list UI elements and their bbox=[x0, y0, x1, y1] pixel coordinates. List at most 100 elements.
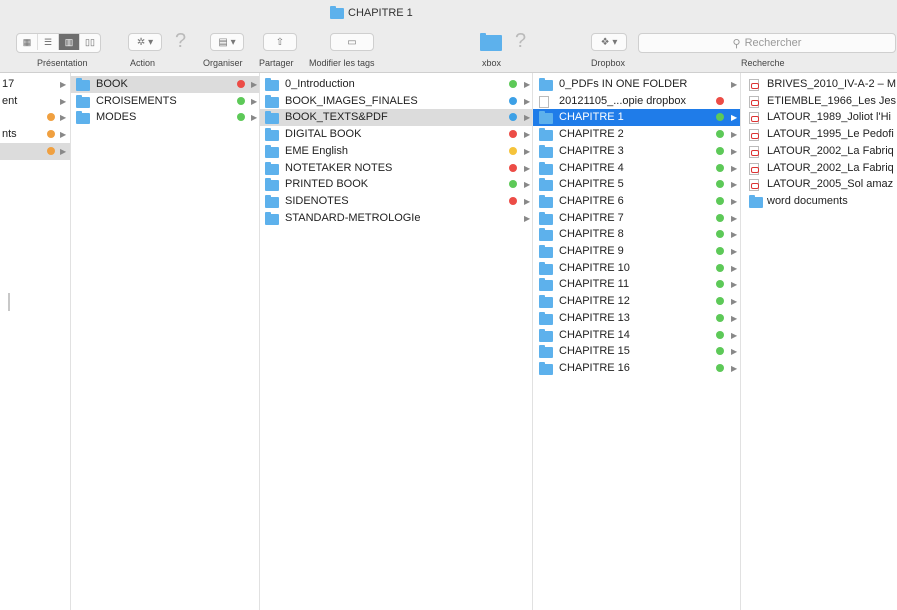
browser-column-3[interactable]: 0_PDFs IN ONE FOLDER ▶ 20121105_...opie dr… bbox=[533, 73, 741, 610]
list-item[interactable]: CHAPITRE 15 ▶ bbox=[533, 343, 740, 360]
list-item[interactable]: ent ▶ bbox=[0, 93, 70, 110]
list-item[interactable]: CHAPITRE 9 ▶ bbox=[533, 243, 740, 260]
chevron-right-icon: ▶ bbox=[731, 146, 738, 156]
list-item[interactable]: CHAPITRE 10 ▶ bbox=[533, 260, 740, 277]
list-item[interactable]: CHAPITRE 16 ▶ bbox=[533, 360, 740, 377]
list-item[interactable]: BOOK_IMAGES_FINALES ▶ bbox=[260, 93, 532, 110]
list-item[interactable]: CHAPITRE 7 ▶ bbox=[533, 210, 740, 227]
chevron-right-icon: ▶ bbox=[60, 80, 67, 89]
title-bar: CHAPITRE 1 bbox=[0, 0, 897, 28]
list-item[interactable]: CHAPITRE 6 ▶ bbox=[533, 193, 740, 210]
chevron-right-icon: ▶ bbox=[524, 196, 531, 206]
action-label: Action bbox=[130, 58, 156, 68]
item-label: CHAPITRE 14 bbox=[559, 328, 630, 341]
browser-column-4[interactable]: BRIVES_2010_IV-A-2 – M ETIEMBLE_1966_Les … bbox=[741, 73, 897, 610]
tag-dot bbox=[716, 330, 724, 339]
list-item[interactable]: 17 ▶ bbox=[0, 76, 70, 93]
chevron-right-icon: ▶ bbox=[524, 146, 531, 156]
list-item[interactable]: DIGITAL BOOK ▶ bbox=[260, 126, 532, 143]
column-view-icon[interactable]: ▥ bbox=[59, 34, 80, 50]
unknown-item-icon[interactable]: ? bbox=[515, 30, 526, 53]
list-item[interactable]: LATOUR_2005_Sol amaz bbox=[741, 176, 897, 193]
list-item[interactable]: EME English ▶ bbox=[260, 143, 532, 160]
scroll-indicator[interactable] bbox=[8, 293, 10, 311]
search-input[interactable]: ⚲ Rechercher bbox=[638, 33, 896, 53]
list-item[interactable]: SIDENOTES ▶ bbox=[260, 193, 532, 210]
list-item[interactable]: CHAPITRE 11 ▶ bbox=[533, 276, 740, 293]
item-label: BOOK_TEXTS&PDF bbox=[285, 111, 388, 124]
presentation-label: Présentation bbox=[37, 58, 88, 68]
list-item[interactable]: BOOK_TEXTS&PDF ▶ bbox=[260, 109, 532, 127]
list-item[interactable]: CHAPITRE 4 ▶ bbox=[533, 160, 740, 177]
list-item[interactable]: BRIVES_2010_IV-A-2 – M bbox=[741, 76, 897, 93]
item-label: SIDENOTES bbox=[285, 194, 349, 207]
item-label: LATOUR_2002_La Fabriq bbox=[767, 144, 894, 157]
chevron-right-icon: ▶ bbox=[731, 263, 738, 273]
list-item[interactable]: LATOUR_2002_La Fabriq bbox=[741, 143, 897, 160]
list-item[interactable]: word documents bbox=[741, 193, 897, 210]
item-label: STANDARD-METROLOGIe bbox=[285, 211, 421, 224]
chevron-right-icon: ▶ bbox=[731, 280, 738, 290]
tag-dot bbox=[237, 80, 245, 88]
tag-dot bbox=[47, 130, 55, 139]
action-button[interactable]: ✲ ▾ bbox=[128, 33, 162, 51]
browser-column-0[interactable]: 17 ▶ ent ▶ ▶ nts ▶ ▶ bbox=[0, 73, 71, 610]
coverflow-view-icon[interactable]: ▯▯ bbox=[80, 34, 100, 50]
icon-view-icon[interactable]: ▦ bbox=[17, 34, 38, 50]
list-item[interactable]: STANDARD-METROLOGIe ▶ bbox=[260, 210, 532, 227]
tag-dot bbox=[509, 113, 517, 122]
unknown-item-icon[interactable]: ? bbox=[175, 30, 186, 53]
item-label: EME English bbox=[285, 144, 348, 157]
list-item[interactable]: CHAPITRE 12 ▶ bbox=[533, 293, 740, 310]
tag-dot bbox=[716, 113, 724, 122]
tag-dot bbox=[47, 113, 55, 122]
list-item[interactable]: CHAPITRE 3 ▶ bbox=[533, 143, 740, 160]
item-label: CHAPITRE 3 bbox=[559, 144, 624, 157]
list-item[interactable]: CHAPITRE 5 ▶ bbox=[533, 176, 740, 193]
list-item[interactable]: MODES ▶ bbox=[71, 109, 259, 126]
list-item[interactable]: LATOUR_1989_Joliot l'Hi bbox=[741, 109, 897, 126]
dropbox-button[interactable]: ❖ ▾ bbox=[591, 33, 627, 51]
item-label: ETIEMBLE_1966_Les Jes bbox=[767, 94, 897, 107]
list-item[interactable]: ETIEMBLE_1966_Les Jes bbox=[741, 93, 897, 110]
item-label: CHAPITRE 11 bbox=[559, 278, 630, 291]
list-item[interactable]: PRINTED BOOK ▶ bbox=[260, 176, 532, 193]
list-item[interactable]: LATOUR_1995_Le Pedofi bbox=[741, 126, 897, 143]
view-mode-segmented[interactable]: ▦ ☰ ▥ ▯▯ bbox=[16, 33, 101, 53]
list-item[interactable]: 0_PDFs IN ONE FOLDER ▶ bbox=[533, 76, 740, 93]
item-label: CHAPITRE 6 bbox=[559, 194, 624, 207]
list-item[interactable]: ▶ bbox=[0, 109, 70, 126]
list-view-icon[interactable]: ☰ bbox=[38, 34, 59, 50]
browser-column-1[interactable]: BOOK ▶ CROISEMENTS ▶ MODES ▶ bbox=[71, 73, 260, 610]
browser-column-2[interactable]: 0_Introduction ▶ BOOK_IMAGES_FINALES ▶ BOOK_… bbox=[260, 73, 533, 610]
list-item[interactable]: CROISEMENTS ▶ bbox=[71, 93, 259, 110]
chevron-right-icon: ▶ bbox=[60, 96, 67, 106]
edit-tags-button[interactable]: ▭ bbox=[330, 33, 374, 51]
list-item[interactable]: 20121105_...opie dropbox bbox=[533, 93, 740, 110]
list-item[interactable]: 0_Introduction ▶ bbox=[260, 76, 532, 93]
list-item[interactable]: CHAPITRE 2 ▶ bbox=[533, 126, 740, 143]
list-item[interactable]: ▶ bbox=[0, 142, 70, 160]
list-item[interactable]: CHAPITRE 14 ▶ bbox=[533, 327, 740, 344]
chevron-right-icon: ▶ bbox=[731, 80, 738, 89]
item-label: 17 bbox=[2, 78, 15, 90]
share-button[interactable]: ⇧ bbox=[263, 33, 297, 51]
item-label: 0_Introduction bbox=[285, 78, 355, 90]
tag-dot bbox=[237, 113, 245, 122]
tag-dot bbox=[716, 146, 724, 155]
search-placeholder: Rechercher bbox=[744, 37, 802, 49]
list-item[interactable]: CHAPITRE 13 ▶ bbox=[533, 310, 740, 327]
list-item[interactable]: LATOUR_2002_La Fabriq bbox=[741, 160, 897, 177]
chevron-right-icon: ▶ bbox=[731, 130, 738, 140]
list-item[interactable]: CHAPITRE 1 ▶ bbox=[533, 109, 740, 127]
chevron-right-icon: ▶ bbox=[251, 80, 258, 89]
organiser-button[interactable]: ▤ ▾ bbox=[210, 33, 244, 51]
list-item[interactable]: BOOK ▶ bbox=[71, 76, 259, 93]
list-item[interactable]: CHAPITRE 8 ▶ bbox=[533, 226, 740, 243]
toolbar: ▦ ☰ ▥ ▯▯ Présentation ✲ ▾ Action ? ▤ ▾ O… bbox=[0, 28, 897, 73]
list-item[interactable]: nts ▶ bbox=[0, 126, 70, 143]
chevron-right-icon: ▶ bbox=[60, 113, 67, 123]
xbox-folder-button[interactable] bbox=[480, 33, 506, 56]
list-item[interactable]: NOTETAKER NOTES ▶ bbox=[260, 160, 532, 177]
chevron-right-icon: ▶ bbox=[524, 113, 531, 123]
